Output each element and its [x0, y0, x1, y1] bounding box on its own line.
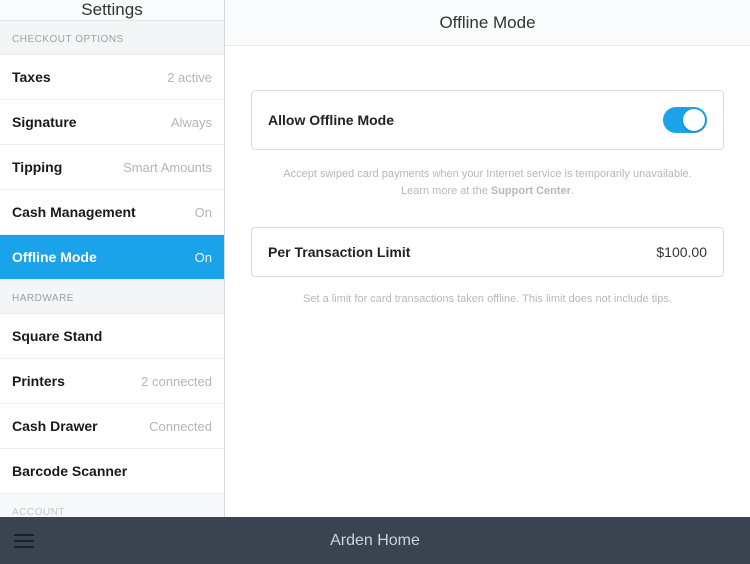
sidebar-item-label: Offline Mode	[12, 249, 97, 265]
allow-offline-helper: Accept swiped card payments when your In…	[281, 166, 694, 199]
helper-text: .	[571, 185, 574, 197]
sidebar-item-label: Taxes	[12, 69, 51, 85]
sidebar-title: Settings	[0, 0, 224, 21]
sidebar-item-label: Cash Drawer	[12, 418, 98, 434]
sidebar-item-printers[interactable]: Printers 2 connected	[0, 359, 224, 404]
sidebar-item-square-stand[interactable]: Square Stand	[0, 314, 224, 359]
support-center-link[interactable]: Support Center	[491, 185, 571, 197]
sidebar-item-taxes[interactable]: Taxes 2 active	[0, 55, 224, 100]
section-header-account: ACCOUNT	[0, 494, 224, 517]
sidebar-item-label: Printers	[12, 373, 65, 389]
allow-offline-label: Allow Offline Mode	[268, 112, 394, 128]
sidebar-item-status: On	[195, 205, 212, 220]
sidebar-item-status: 2 active	[167, 70, 212, 85]
sidebar-item-barcode-scanner[interactable]: Barcode Scanner	[0, 449, 224, 494]
sidebar-item-status: 2 connected	[141, 374, 212, 389]
toggle-knob	[683, 109, 705, 131]
helper-text: Accept swiped card payments when your In…	[283, 168, 691, 180]
location-title: Arden Home	[0, 532, 750, 550]
sidebar-item-label: Signature	[12, 114, 77, 130]
bottom-bar: Arden Home	[0, 517, 750, 564]
sidebar-item-signature[interactable]: Signature Always	[0, 100, 224, 145]
sidebar-item-status: On	[195, 250, 212, 265]
sidebar-item-label: Cash Management	[12, 204, 136, 220]
sidebar-item-cash-drawer[interactable]: Cash Drawer Connected	[0, 404, 224, 449]
sidebar-item-offline-mode[interactable]: Offline Mode On	[0, 235, 224, 280]
limit-helper: Set a limit for card transactions taken …	[281, 293, 694, 305]
limit-value: $100.00	[656, 244, 707, 260]
allow-offline-card: Allow Offline Mode	[251, 90, 724, 150]
sidebar-item-label: Tipping	[12, 159, 62, 175]
sidebar-item-label: Barcode Scanner	[12, 463, 127, 479]
sidebar-item-cash-management[interactable]: Cash Management On	[0, 190, 224, 235]
page-title: Offline Mode	[225, 0, 750, 46]
sidebar-item-status: Always	[171, 115, 212, 130]
allow-offline-toggle[interactable]	[663, 107, 707, 133]
sidebar-item-status: Connected	[149, 419, 212, 434]
settings-sidebar: Settings CHECKOUT OPTIONS Taxes 2 active…	[0, 0, 225, 517]
sidebar-item-label: Square Stand	[12, 328, 102, 344]
hamburger-menu-icon[interactable]	[14, 534, 34, 548]
sidebar-item-status: Smart Amounts	[123, 160, 212, 175]
section-header-checkout: CHECKOUT OPTIONS	[0, 21, 224, 55]
helper-text: Learn more at the	[401, 185, 491, 197]
main-panel: Offline Mode Allow Offline Mode Accept s…	[225, 0, 750, 517]
per-transaction-limit-card[interactable]: Per Transaction Limit $100.00	[251, 227, 724, 277]
sidebar-item-tipping[interactable]: Tipping Smart Amounts	[0, 145, 224, 190]
section-header-hardware: HARDWARE	[0, 280, 224, 314]
limit-label: Per Transaction Limit	[268, 244, 410, 260]
